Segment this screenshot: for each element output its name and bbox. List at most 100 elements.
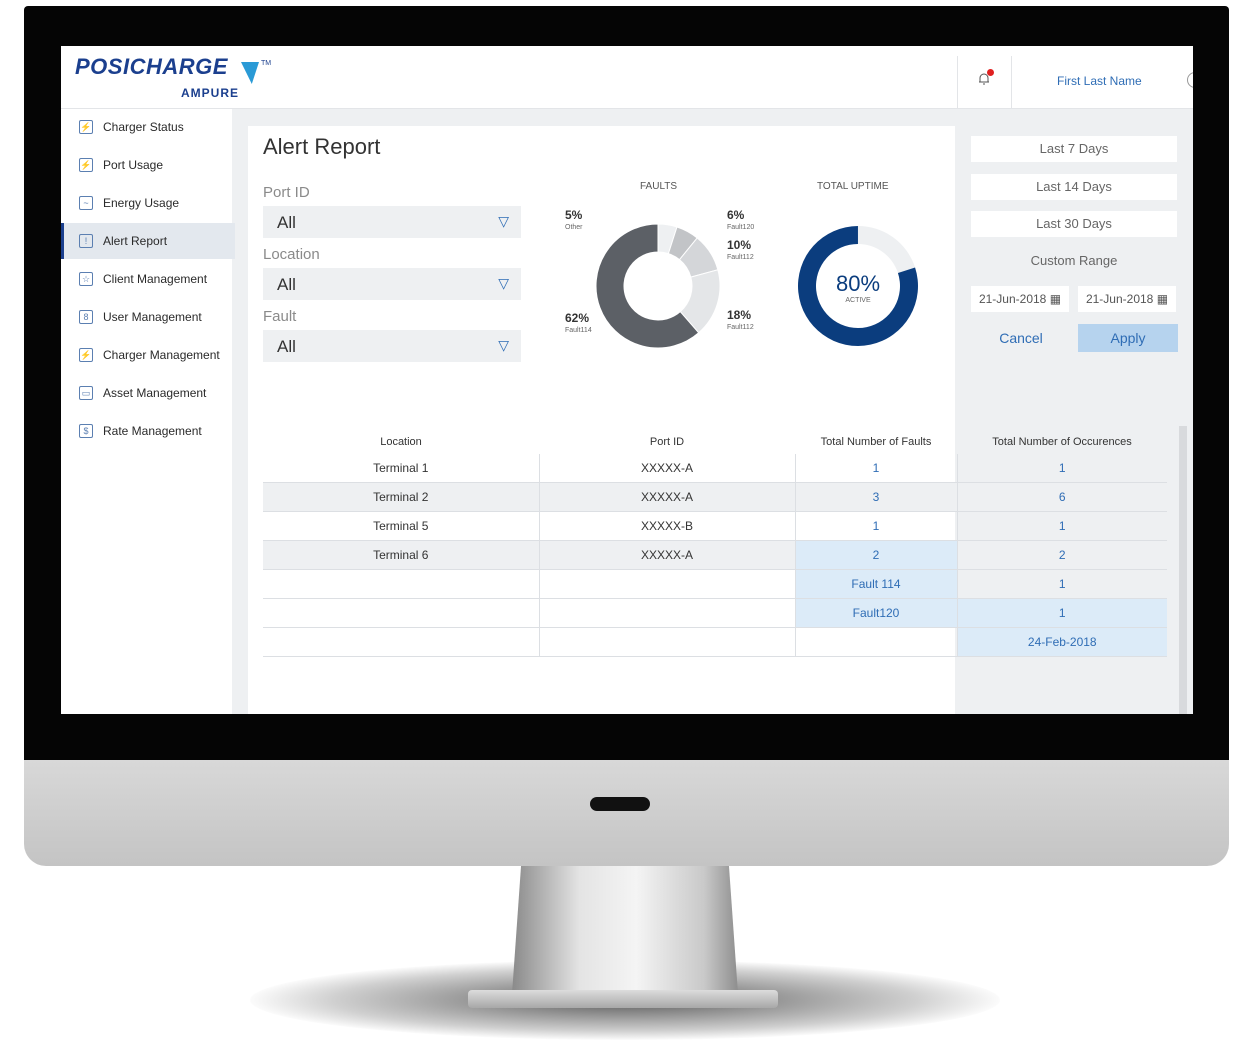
last-14-days-button[interactable]: Last 14 Days xyxy=(971,174,1177,200)
cell-port-id: XXXXX-A xyxy=(538,454,795,483)
app-screen: POSICHARGE TM AMPURE First Last Name ⚡ C… xyxy=(61,46,1193,714)
top-bar: POSICHARGE TM AMPURE First Last Name xyxy=(61,46,1193,109)
scrollbar[interactable] xyxy=(1179,426,1187,714)
uptime-chart-title: TOTAL UPTIME xyxy=(817,181,889,192)
cell-faults[interactable]: 1 xyxy=(794,454,957,483)
fault-value: All xyxy=(277,337,296,356)
cell-faults[interactable]: 1 xyxy=(794,511,957,541)
slice-label-fault112-a: 10% xyxy=(727,238,752,252)
cell-occurences: 1 xyxy=(956,511,1167,541)
cell-location: Terminal 5 xyxy=(263,511,539,541)
location-label: Location xyxy=(263,246,320,263)
cell-port-id xyxy=(538,569,795,599)
fault-select[interactable]: All ▽ xyxy=(263,330,521,362)
sidebar-item-label: Charger Status xyxy=(103,120,184,134)
location-select[interactable]: All ▽ xyxy=(263,268,521,300)
table-row[interactable]: 24-Feb-2018 xyxy=(263,627,1167,657)
charger-icon: ⚡ xyxy=(79,120,93,134)
cell-faults[interactable]: 3 xyxy=(794,482,957,512)
table-row[interactable]: Terminal 5 XXXXX-B 1 1 xyxy=(263,511,1167,541)
table-row[interactable]: Terminal 1 XXXXX-A 1 1 xyxy=(263,454,1167,483)
chevron-down-icon: ▽ xyxy=(498,213,509,229)
cell-location xyxy=(263,598,539,628)
sidebar-item-user-management[interactable]: 8 User Management xyxy=(61,299,232,335)
cell-occurences: 1 xyxy=(956,454,1167,483)
date-range-panel: Last 7 Days Last 14 Days Last 30 Days Cu… xyxy=(959,126,1193,366)
sidebar-item-charger-management[interactable]: ⚡ Charger Management xyxy=(61,337,232,373)
slice-label-fault114: 62% xyxy=(565,311,590,325)
chevron-down-icon: ▽ xyxy=(498,337,509,353)
sidebar-item-label: Energy Usage xyxy=(103,196,180,210)
start-date-value: 21-Jun-2018 xyxy=(978,292,1047,306)
user-name[interactable]: First Last Name xyxy=(1057,74,1142,88)
last-7-days-button[interactable]: Last 7 Days xyxy=(971,136,1177,162)
bolt-icon xyxy=(241,62,259,84)
end-date-value: 21-Jun-2018 xyxy=(1085,292,1154,306)
cell-port-id: XXXXX-B xyxy=(538,511,795,541)
end-date-field[interactable]: 21-Jun-2018 ▦ xyxy=(1078,286,1176,312)
slice-name-fault112-b: Fault112 xyxy=(727,324,754,331)
slice-label-fault112-b: 18% xyxy=(727,308,752,322)
slice-name-other: Other xyxy=(565,224,583,231)
cell-port-id xyxy=(538,598,795,628)
sidebar-item-client-management[interactable]: ☆ Client Management xyxy=(61,261,232,297)
sidebar-item-alert-report[interactable]: ! Alert Report xyxy=(61,223,235,259)
cell-fault-name[interactable]: Fault120 xyxy=(794,598,957,628)
sidebar-item-label: Alert Report xyxy=(103,234,168,248)
cell-port-id: XXXXX-A xyxy=(538,482,795,512)
cancel-button[interactable]: Cancel xyxy=(971,324,1071,352)
cell-occurences: 1 xyxy=(956,569,1167,599)
slice-name-fault114: Fault114 xyxy=(565,327,592,334)
slice-label-fault120: 6% xyxy=(727,208,745,222)
charger-mgmt-icon: ⚡ xyxy=(79,348,93,362)
table-row[interactable]: Fault120 1 xyxy=(263,598,1167,628)
sidebar-item-charger-status[interactable]: ⚡ Charger Status xyxy=(61,109,232,145)
monitor-base xyxy=(468,990,778,1008)
location-value: All xyxy=(277,275,296,294)
table-row[interactable]: Terminal 2 XXXXX-A 3 6 xyxy=(263,482,1167,512)
table-row[interactable]: Terminal 6 XXXXX-A 2 2 xyxy=(263,540,1167,570)
uptime-value: 80% xyxy=(835,271,881,296)
cell-port-id: XXXXX-A xyxy=(538,540,795,570)
port-id-select[interactable]: All ▽ xyxy=(263,206,521,238)
apply-button[interactable]: Apply xyxy=(1078,324,1178,352)
cell-faults[interactable]: 2 xyxy=(794,540,957,570)
faults-chart-title: FAULTS xyxy=(640,181,678,192)
sidebar-item-port-usage[interactable]: ⚡ Port Usage xyxy=(61,147,232,183)
column-header-total-faults: Total Number of Faults xyxy=(820,436,932,448)
user-icon: 8 xyxy=(79,310,93,324)
table-row[interactable]: Fault 114 1 xyxy=(263,569,1167,599)
last-30-days-button[interactable]: Last 30 Days xyxy=(971,211,1177,237)
cell-occurences: 2 xyxy=(956,540,1167,570)
cell-fault-name[interactable]: Fault 114 xyxy=(794,569,957,599)
cell-location: Terminal 1 xyxy=(263,454,539,483)
cell-occurence-date: 24-Feb-2018 xyxy=(956,627,1167,657)
cell-occurences[interactable]: 1 xyxy=(956,598,1167,628)
sidebar-item-energy-usage[interactable]: ~ Energy Usage xyxy=(61,185,232,221)
cell-location: Terminal 6 xyxy=(263,540,539,570)
sidebar-item-rate-management[interactable]: $ Rate Management xyxy=(61,413,232,449)
monitor-chin xyxy=(24,760,1229,866)
alert-icon: ! xyxy=(79,234,93,248)
uptime-rest-arc xyxy=(858,226,916,273)
client-icon: ☆ xyxy=(79,272,93,286)
start-date-field[interactable]: 21-Jun-2018 ▦ xyxy=(971,286,1069,312)
faults-donut-chart xyxy=(595,223,721,349)
page-title: Alert Report xyxy=(263,134,381,159)
column-header-total-occurences: Total Number of Occurences xyxy=(992,436,1132,448)
notification-dot xyxy=(987,69,994,76)
column-header-location: Location xyxy=(380,436,422,448)
monitor-stand xyxy=(512,866,738,994)
sidebar-item-label: Charger Management xyxy=(103,348,220,362)
calendar-icon: ▦ xyxy=(1156,292,1169,306)
cell-port-id xyxy=(538,627,795,657)
port-id-label: Port ID xyxy=(263,184,310,201)
avatar[interactable] xyxy=(1187,72,1193,88)
rate-icon: $ xyxy=(79,424,93,438)
custom-range-label: Custom Range xyxy=(1030,253,1118,268)
energy-icon: ~ xyxy=(79,196,93,210)
sidebar-item-asset-management[interactable]: ▭ Asset Management xyxy=(61,375,232,411)
brand-logo[interactable]: POSICHARGE TM AMPURE xyxy=(75,54,271,100)
trademark-mark: TM xyxy=(261,60,272,67)
cell-location xyxy=(263,569,539,599)
